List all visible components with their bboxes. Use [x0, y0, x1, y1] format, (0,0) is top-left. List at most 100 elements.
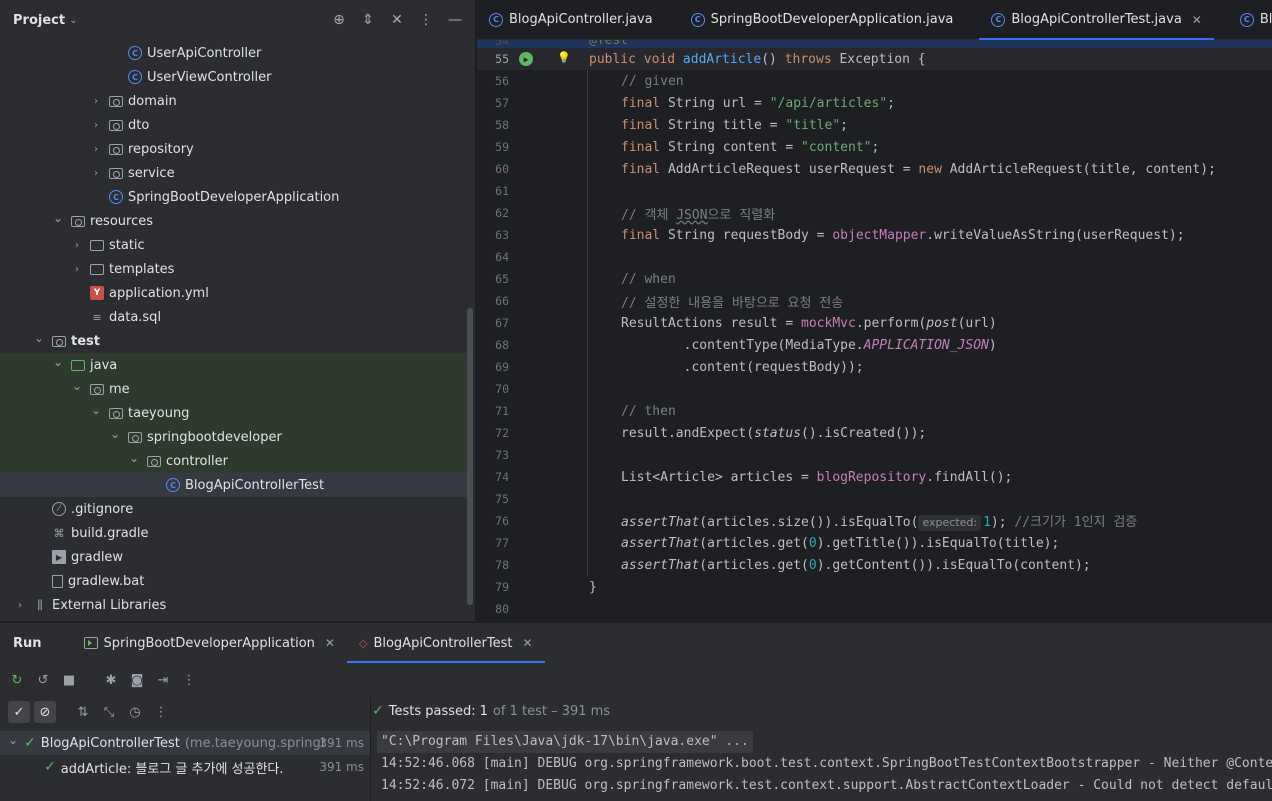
rerun-icon[interactable]: ↻: [6, 669, 28, 691]
expand-arrow-icon[interactable]: ›: [90, 144, 102, 155]
project-title[interactable]: Project: [13, 13, 65, 28]
tree-item[interactable]: C UserApiController: [0, 41, 467, 65]
show-ignored-icon[interactable]: ⊘: [34, 701, 56, 723]
editor-tab[interactable]: C BlogApiController.java: [477, 0, 665, 40]
chevron-down-icon[interactable]: ⌄: [69, 15, 77, 26]
line-number: 75: [495, 492, 509, 506]
sort-icon[interactable]: ⇅: [72, 701, 94, 723]
tree-item[interactable]: ⌄ java: [0, 353, 467, 377]
tree-item-label: java: [90, 357, 118, 373]
code-line: 75: [477, 488, 1272, 510]
lightbulb-icon[interactable]: 💡: [557, 51, 571, 64]
expand-arrow-icon[interactable]: ›: [90, 120, 102, 131]
tree-item[interactable]: C SpringBootDeveloperApplication: [0, 185, 467, 209]
expand-arrow-icon[interactable]: ⌄: [90, 404, 102, 416]
line-number: 68: [495, 338, 509, 352]
test-tree-row[interactable]: ⌄ ✓ BlogApiControllerTest (me.taeyoung.spri…: [0, 731, 370, 755]
tree-item[interactable]: ⌄ me: [0, 377, 467, 401]
line-number: 59: [495, 140, 509, 154]
tree-item[interactable]: › dto: [0, 113, 467, 137]
run-tab[interactable]: ◇ BlogApiControllerTest ✕: [346, 623, 545, 663]
tree-item[interactable]: ⌄ resources: [0, 209, 467, 233]
editor-tab[interactable]: C BlogVie: [1228, 0, 1272, 40]
line-number: 71: [495, 404, 509, 418]
line-number: 79: [495, 580, 509, 594]
expand-arrow-icon[interactable]: ⌄: [52, 356, 64, 368]
indent-guide: [587, 268, 588, 290]
expand-arrow-icon[interactable]: ⌄: [109, 428, 121, 440]
run-test-icon[interactable]: ▶: [519, 52, 533, 66]
expand-arrow-icon[interactable]: ⌄: [8, 733, 18, 747]
hide-icon[interactable]: —: [447, 10, 463, 30]
more-options-icon[interactable]: ⋮: [150, 701, 172, 723]
class-icon: C: [166, 478, 180, 492]
tree-item[interactable]: ⌄ controller: [0, 449, 467, 473]
expand-arrow-icon[interactable]: ⌄: [71, 380, 83, 392]
tree-item[interactable]: Yapplication.yml: [0, 281, 467, 305]
expand-arrow-icon[interactable]: ⌄: [52, 212, 64, 224]
run-panel: Run SpringBootDeveloperApplication ✕ ◇ Blog…: [0, 622, 1272, 801]
class-icon: C: [489, 12, 503, 27]
more-options-icon[interactable]: ⋮: [418, 10, 434, 30]
expand-arrow-icon[interactable]: ›: [90, 96, 102, 107]
project-scrollbar[interactable]: [467, 308, 473, 605]
close-icon[interactable]: ✕: [522, 636, 532, 650]
tree-item[interactable]: gradlew.bat: [0, 569, 467, 593]
tree-item[interactable]: › domain: [0, 89, 467, 113]
run-tab[interactable]: SpringBootDeveloperApplication ✕: [72, 623, 347, 663]
expand-arrow-icon[interactable]: ›: [71, 240, 83, 251]
tree-item[interactable]: C BlogApiControllerTest: [0, 473, 467, 497]
tree-item[interactable]: C UserViewController: [0, 65, 467, 89]
code-text: ResultActions result = mockMvc.perform(p…: [621, 315, 997, 331]
code-area[interactable]: 54 @Test 55 ▶ 💡 public void addArticle() thro…: [477, 40, 1272, 621]
tree-item[interactable]: ▶ gradlew: [0, 545, 467, 569]
expand-arrow-icon[interactable]: ›: [14, 600, 26, 611]
expand-arrow-icon[interactable]: ›: [90, 168, 102, 179]
code-text: result.andExpect(status().isCreated());: [621, 425, 927, 441]
indent-guide: [587, 444, 588, 466]
history-icon[interactable]: ◷: [124, 701, 146, 723]
line-number: 76: [495, 514, 509, 528]
expand-arrow-icon[interactable]: ⌄: [33, 332, 45, 344]
code-text: // when: [621, 271, 676, 287]
collapse-all-icon[interactable]: ✕: [389, 10, 405, 30]
tree-item[interactable]: ⌄ taeyoung: [0, 401, 467, 425]
class-icon: C: [690, 12, 705, 27]
close-icon[interactable]: ✕: [325, 636, 335, 650]
stop-icon[interactable]: ■: [58, 669, 80, 691]
library-icon: ⫼: [37, 597, 43, 612]
show-passed-icon[interactable]: ✓: [8, 701, 30, 723]
collapse-icon[interactable]: ⤡: [98, 701, 120, 723]
debug-icon[interactable]: ✱: [100, 669, 122, 691]
camera-icon[interactable]: ◙: [126, 669, 148, 691]
tree-item[interactable]: ⌄ springbootdeveloper: [0, 425, 467, 449]
test-tree-row[interactable]: ✓ addArticle: 블로그 글 추가에 성공한다. 391 ms: [0, 755, 370, 779]
expand-arrow-icon[interactable]: ⌄: [128, 452, 140, 464]
tree-item[interactable]: › service: [0, 161, 467, 185]
expand-all-icon[interactable]: ⇕: [360, 10, 376, 30]
yaml-icon: Y: [90, 286, 104, 300]
tree-item[interactable]: ⁄ .gitignore: [0, 497, 467, 521]
code-line: 71 // then: [477, 400, 1272, 422]
console-output[interactable]: "C:\Program Files\Java\jdk-17\bin\java.e…: [372, 731, 1272, 797]
close-icon[interactable]: ✕: [1192, 13, 1202, 27]
editor-tab[interactable]: C BlogApiControllerTest.java ✕: [979, 0, 1215, 40]
tree-item[interactable]: › repository: [0, 137, 467, 161]
divider[interactable]: [370, 697, 371, 801]
tree-item[interactable]: ⌄ test: [0, 329, 467, 353]
tree-item[interactable]: ⌘ build.gradle: [0, 521, 467, 545]
tree-item[interactable]: › templates: [0, 257, 467, 281]
rerun-failed-icon[interactable]: ↺: [32, 669, 54, 691]
tree-item[interactable]: › static: [0, 233, 467, 257]
tree-item-label: taeyoung: [128, 405, 190, 421]
tree-item[interactable]: ≡ data.sql: [0, 305, 467, 329]
run-label[interactable]: Run: [0, 636, 72, 651]
exit-icon[interactable]: ⇥: [152, 669, 174, 691]
editor-tab[interactable]: C SpringBootDeveloperApplication.java: [679, 0, 966, 40]
expand-arrow-icon[interactable]: ›: [71, 264, 83, 275]
console-text[interactable]: "C:\Program Files\Java\jdk-17\bin\java.e…: [377, 731, 753, 753]
line-number: 77: [495, 536, 509, 550]
more-options-icon[interactable]: ⋮: [178, 669, 200, 691]
locate-icon[interactable]: ⊕: [331, 10, 347, 30]
tree-item[interactable]: › ⫼ External Libraries: [0, 593, 467, 617]
